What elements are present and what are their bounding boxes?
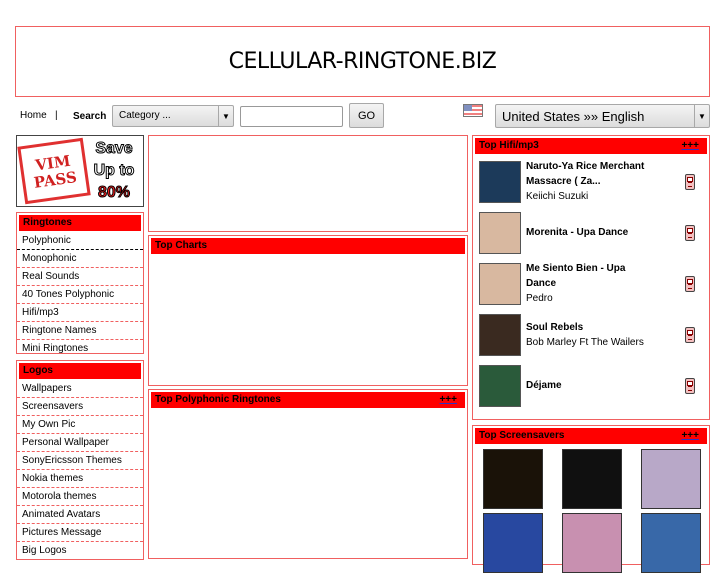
menu-item[interactable]: Motorola themes bbox=[17, 488, 143, 506]
album-cover-thumbnail[interactable] bbox=[479, 211, 521, 254]
track-row[interactable]: Me Siento Bien - Upa Dance Pedro bbox=[473, 258, 709, 309]
top-polyphonic-title: Top Polyphonic Ringtones bbox=[155, 394, 281, 405]
top-polyphonic-more-link[interactable]: +++ bbox=[439, 392, 457, 408]
send-to-phone-icon[interactable] bbox=[685, 377, 695, 394]
screensaver-thumbnail-tiger[interactable] bbox=[641, 513, 701, 573]
site-banner: CELLULAR-RINGTONE.BIZ bbox=[15, 26, 710, 97]
screensaver-thumbnail-skull[interactable] bbox=[483, 449, 543, 509]
chevron-down-icon: ▼ bbox=[694, 105, 709, 127]
menu-item[interactable]: My Own Pic bbox=[17, 416, 143, 434]
album-cover-thumbnail[interactable] bbox=[479, 160, 521, 203]
track-title[interactable]: Me Siento Bien - Upa Dance bbox=[526, 261, 656, 291]
center-top-panel bbox=[148, 135, 468, 232]
menu-item[interactable]: Ringtone Names bbox=[17, 322, 143, 340]
nav-separator: | bbox=[55, 110, 58, 121]
top-charts-header: Top Charts bbox=[151, 238, 465, 254]
menu-item[interactable]: Pictures Message bbox=[17, 524, 143, 542]
screensaver-thumbnail-yin-yang[interactable] bbox=[562, 449, 622, 509]
chevron-down-icon: ▼ bbox=[218, 106, 233, 126]
screensaver-thumbnail-teddy-bear[interactable] bbox=[562, 513, 622, 573]
top-screensavers-header: Top Screensavers +++ bbox=[475, 428, 707, 444]
track-artist: Bob Marley Ft The Wailers bbox=[526, 336, 644, 348]
send-to-phone-icon[interactable] bbox=[685, 326, 695, 343]
send-to-phone-icon[interactable] bbox=[685, 224, 695, 241]
search-label: Search bbox=[73, 111, 107, 122]
track-info: Naruto-Ya Rice Merchant Massacre ( Za...… bbox=[526, 159, 656, 204]
screensaver-thumbnail-puppy[interactable] bbox=[641, 449, 701, 509]
search-input[interactable] bbox=[240, 106, 343, 127]
home-link[interactable]: Home bbox=[20, 110, 47, 121]
track-row[interactable]: Déjame bbox=[473, 360, 709, 411]
menu-item[interactable]: Animated Avatars bbox=[17, 506, 143, 524]
menu-item[interactable]: Wallpapers bbox=[17, 380, 143, 398]
ringtones-menu-header: Ringtones bbox=[19, 215, 141, 231]
track-title[interactable]: Déjame bbox=[526, 378, 656, 393]
menu-item[interactable]: 40 Tones Polyphonic bbox=[17, 286, 143, 304]
menu-item[interactable]: Screensavers bbox=[17, 398, 143, 416]
ad-save-text: Save Up to 80% bbox=[88, 138, 140, 204]
menu-item[interactable]: SonyEricsson Themes bbox=[17, 452, 143, 470]
menu-item[interactable]: Real Sounds bbox=[17, 268, 143, 286]
top-polyphonic-panel: Top Polyphonic Ringtones +++ bbox=[148, 389, 468, 559]
track-title[interactable]: Soul Rebels bbox=[526, 320, 656, 335]
menu-item[interactable]: Hifi/mp3 bbox=[17, 304, 143, 322]
go-button[interactable]: GO bbox=[349, 103, 384, 128]
top-hifi-more-link[interactable]: +++ bbox=[681, 138, 699, 154]
track-artist: Pedro bbox=[526, 293, 553, 304]
top-screensavers-panel: Top Screensavers +++ bbox=[472, 425, 710, 573]
album-cover-thumbnail[interactable] bbox=[479, 364, 521, 407]
track-title[interactable]: Naruto-Ya Rice Merchant Massacre ( Za... bbox=[526, 159, 656, 189]
top-charts-panel: Top Charts bbox=[148, 235, 468, 386]
track-info: Morenita - Upa Dance bbox=[526, 225, 656, 240]
track-title[interactable]: Morenita - Upa Dance bbox=[526, 225, 656, 240]
ringtones-menu: Ringtones Polyphonic Monophonic Real Sound… bbox=[16, 212, 144, 354]
track-info: Déjame bbox=[526, 378, 656, 393]
ad-save-line2: Up to bbox=[93, 162, 135, 180]
language-select-value: United States »» English bbox=[502, 109, 645, 124]
track-info: Soul Rebels Bob Marley Ft The Wailers bbox=[526, 320, 656, 350]
vimpass-ad-banner[interactable]: VIM PASS Save Up to 80% bbox=[16, 135, 144, 207]
top-hifi-panel: Top Hifi/mp3 +++ Naruto-Ya Rice Merchant… bbox=[472, 135, 710, 420]
album-cover-thumbnail[interactable] bbox=[479, 313, 521, 356]
top-screensavers-title: Top Screensavers bbox=[479, 430, 565, 441]
menu-item[interactable]: Monophonic bbox=[17, 250, 143, 268]
language-select[interactable]: United States »» English ▼ bbox=[495, 104, 710, 128]
send-to-phone-icon[interactable] bbox=[685, 173, 695, 190]
top-screensavers-more-link[interactable]: +++ bbox=[681, 428, 699, 444]
logos-menu: Logos Wallpapers Screensavers My Own Pic Pe… bbox=[16, 360, 144, 560]
album-cover-thumbnail[interactable] bbox=[479, 262, 521, 305]
menu-item[interactable]: Personal Wallpaper bbox=[17, 434, 143, 452]
track-row[interactable]: Morenita - Upa Dance bbox=[473, 207, 709, 258]
menu-item[interactable]: Polyphonic bbox=[17, 232, 143, 250]
top-hifi-header: Top Hifi/mp3 +++ bbox=[475, 138, 707, 154]
track-artist: Keiichi Suzuki bbox=[526, 191, 589, 202]
menu-item[interactable]: Mini Ringtones bbox=[17, 340, 143, 357]
ad-save-percent: 80% bbox=[97, 184, 131, 202]
track-info: Me Siento Bien - Upa Dance Pedro bbox=[526, 261, 656, 306]
ad-save-line1: Save bbox=[95, 140, 133, 158]
top-polyphonic-header: Top Polyphonic Ringtones +++ bbox=[151, 392, 465, 408]
menu-item[interactable]: Nokia themes bbox=[17, 470, 143, 488]
site-title: CELLULAR-RINGTONE.BIZ bbox=[228, 49, 497, 74]
category-select-value: Category ... bbox=[119, 110, 171, 121]
track-row[interactable]: Soul Rebels Bob Marley Ft The Wailers bbox=[473, 309, 709, 360]
logos-menu-header: Logos bbox=[19, 363, 141, 379]
track-row[interactable]: Naruto-Ya Rice Merchant Massacre ( Za...… bbox=[473, 156, 709, 207]
vimpass-stamp-logo: VIM PASS bbox=[17, 137, 91, 205]
us-flag-icon bbox=[463, 104, 483, 117]
top-hifi-title: Top Hifi/mp3 bbox=[479, 140, 539, 151]
category-select[interactable]: Category ... ▼ bbox=[112, 105, 234, 127]
screensaver-thumbnail-lion[interactable] bbox=[483, 513, 543, 573]
send-to-phone-icon[interactable] bbox=[685, 275, 695, 292]
